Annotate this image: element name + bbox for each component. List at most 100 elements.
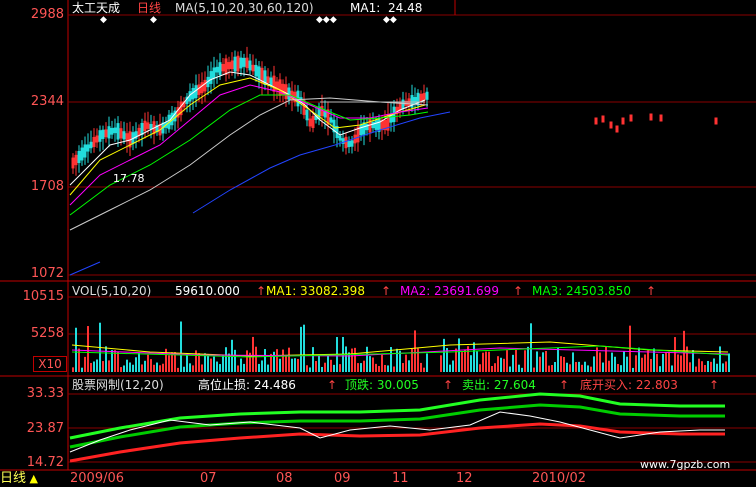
- x-label-11: 11: [392, 471, 409, 486]
- volume-bar-24: [144, 360, 146, 372]
- volume-bar-175: [608, 360, 610, 372]
- ma30-line: [69, 94, 429, 216]
- volume-bar-174: [605, 346, 607, 372]
- volume-bar-46: [210, 358, 212, 372]
- period-tab[interactable]: 日线 ▲: [0, 471, 60, 487]
- volume-bar-140: [503, 358, 505, 372]
- candle-body-62: [257, 66, 261, 81]
- volume-bar-131: [476, 351, 478, 372]
- volume-bar-43: [201, 364, 203, 372]
- candle-body-17: [122, 131, 126, 140]
- volume-bar-156: [551, 365, 553, 372]
- volume-bar-141: [506, 350, 508, 372]
- volume-bar-138: [497, 356, 499, 372]
- vol-label: VOL(5,10,20): [72, 284, 152, 298]
- chart-canvas[interactable]: [0, 0, 756, 487]
- volume-bar-170: [593, 356, 595, 372]
- ma-params: MA(5,10,20,30,60,120): [175, 1, 314, 15]
- volume-bar-199: [680, 355, 682, 372]
- volume-bar-119: [440, 355, 442, 372]
- volume-bar-89: [339, 364, 341, 372]
- volume-bar-93: [351, 348, 353, 372]
- volume-bar-98: [366, 346, 368, 372]
- x-label-08: 08: [276, 471, 293, 486]
- volume-bar-71: [285, 356, 287, 372]
- volume-bar-215: [728, 353, 730, 372]
- volume-bar-67: [273, 351, 275, 372]
- ma120-line: [192, 111, 451, 214]
- event-marker-2[interactable]: ◆: [150, 13, 157, 27]
- volume-bar-8: [96, 359, 98, 372]
- volume-bar-183: [632, 367, 634, 372]
- volume-bar-162: [569, 364, 571, 372]
- volume-bar-153: [542, 352, 544, 372]
- candle-body-26: [149, 124, 153, 130]
- volume-bar-12: [108, 360, 110, 372]
- triangle-up-icon: ▲: [26, 472, 38, 485]
- period-label[interactable]: 日线: [137, 1, 161, 15]
- volume-bar-100: [372, 357, 374, 372]
- volume-bar-87: [333, 364, 335, 372]
- ind-tick-14: 14.72: [26, 455, 64, 470]
- stock-name: 太工天成: [72, 1, 121, 15]
- candle-body-10: [101, 129, 105, 139]
- volume-bar-70: [282, 349, 284, 372]
- volume-bar-86: [330, 359, 332, 372]
- volume-bar-29: [159, 365, 161, 372]
- candle-body-12: [107, 126, 111, 139]
- volume-bar-143: [512, 354, 514, 372]
- volume-bar-165: [578, 361, 580, 372]
- volume-bar-92: [348, 352, 350, 372]
- volume-bar-186: [641, 357, 643, 372]
- volume-bar-211: [716, 363, 718, 372]
- volume-bar-150: [533, 367, 535, 372]
- volume-bar-54: [234, 349, 236, 372]
- volume-bar-0: [72, 367, 74, 372]
- volume-bar-105: [387, 365, 389, 372]
- event-marker-1[interactable]: ◆: [100, 13, 107, 27]
- volume-bar-129: [470, 355, 472, 372]
- event-marker-3[interactable]: ◆◆◆: [316, 13, 337, 27]
- ind-label: 股票网制(12,20): [72, 378, 164, 392]
- candle-body-41: [194, 85, 198, 99]
- volume-bar-38: [186, 353, 188, 372]
- candle-body-101: [374, 120, 378, 130]
- volume-bar-187: [644, 354, 646, 372]
- candle-body-96: [359, 124, 363, 136]
- volume-bar-208: [707, 360, 709, 372]
- volume-bar-194: [665, 352, 667, 372]
- volume-bar-101: [375, 363, 377, 372]
- volume-bar-36: [180, 321, 182, 372]
- volume-bar-177: [614, 356, 616, 372]
- volume-bar-27: [153, 364, 155, 372]
- volume-bar-79: [309, 367, 311, 372]
- volume-bar-181: [626, 356, 628, 372]
- volume-bar-149: [530, 323, 532, 372]
- volume-bar-191: [656, 353, 658, 372]
- volume-bar-58: [246, 350, 248, 372]
- volume-bar-210: [713, 358, 715, 372]
- volume-bar-57: [243, 363, 245, 372]
- ind-tick-33: 33.33: [26, 386, 64, 401]
- candle-body-66: [269, 77, 273, 86]
- volume-bar-144: [515, 349, 517, 372]
- candle-body-78: [305, 109, 309, 121]
- vol-arrow-3: ↑: [513, 284, 524, 298]
- ind-arrow-4: ↑: [709, 378, 720, 392]
- volume-bar-125: [458, 338, 460, 372]
- late-candle-5: [629, 114, 633, 122]
- x-label-2009-06: 2009/06: [70, 471, 125, 486]
- ind-stop-loss: 高位止损: 24.486: [198, 378, 296, 392]
- volume-bar-96: [360, 363, 362, 372]
- candle-body-48: [215, 66, 219, 73]
- volume-bar-10: [102, 361, 104, 372]
- volume-bar-155: [548, 365, 550, 372]
- volume-bar-173: [602, 362, 604, 372]
- volume-bar-73: [291, 358, 293, 372]
- vol-tick-5258: 5258: [30, 326, 64, 341]
- volume-bar-78: [306, 365, 308, 372]
- candle-body-6: [89, 141, 93, 149]
- event-marker-4[interactable]: ◆◆: [383, 13, 397, 27]
- volume-bar-205: [698, 358, 700, 372]
- volume-bar-21: [135, 357, 137, 372]
